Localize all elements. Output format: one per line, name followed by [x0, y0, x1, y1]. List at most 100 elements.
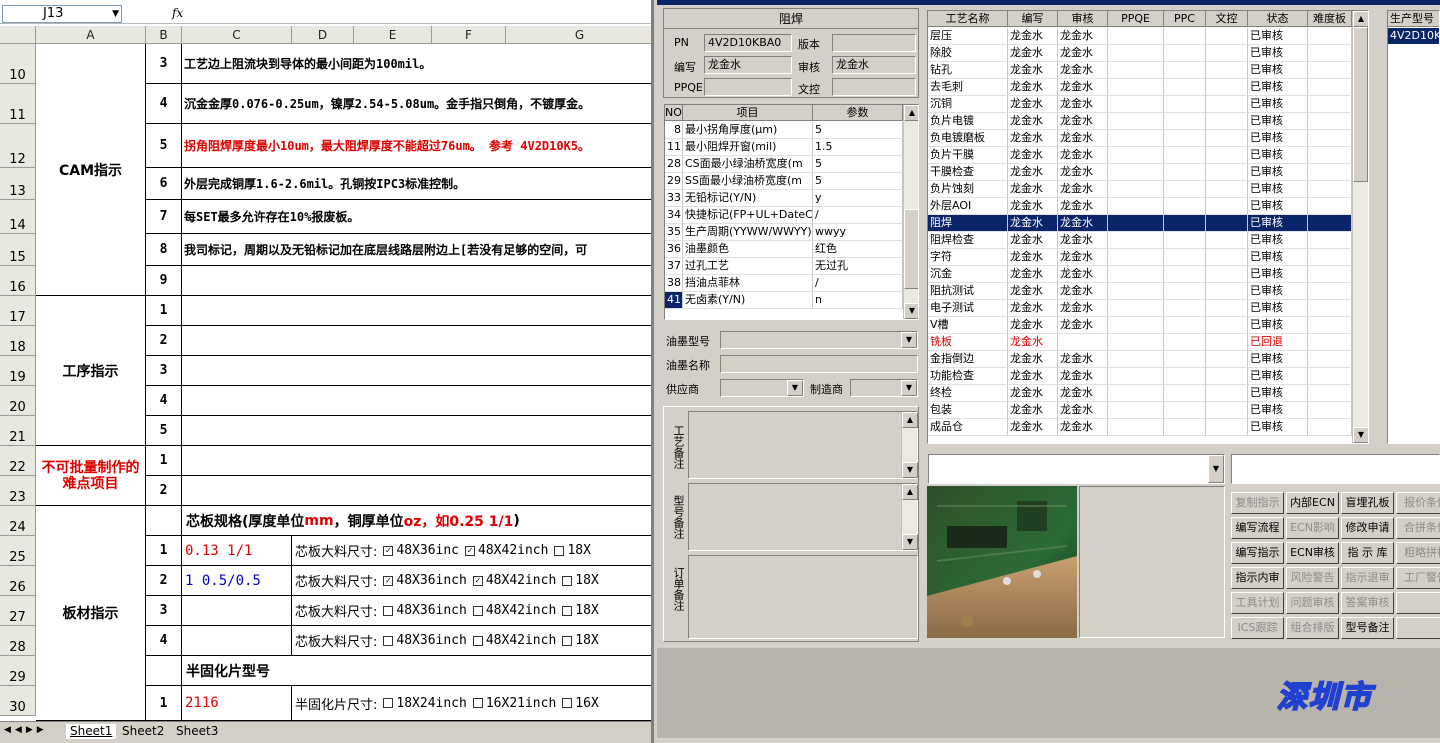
difficult-item-number[interactable]: 1 [146, 446, 182, 476]
action-button[interactable]: 答案审核 [1341, 592, 1394, 614]
checkbox-o2[interactable] [472, 698, 483, 708]
core-header-blank[interactable] [146, 506, 182, 536]
param-col-no[interactable]: NO [665, 105, 683, 121]
tab-sheet1[interactable]: Sheet1 [66, 724, 117, 739]
process-row[interactable]: 负片蚀刻 龙金水 龙金水 已审核 [928, 181, 1352, 198]
fx-icon[interactable]: fx [172, 6, 183, 20]
core-row-number[interactable]: 1 [146, 536, 182, 566]
process-item-number[interactable]: 3 [146, 356, 182, 386]
chevron-down-icon[interactable]: ▼ [1208, 455, 1224, 483]
column-header-g[interactable]: G [506, 26, 651, 44]
process-col-header[interactable]: 文控 [1206, 11, 1248, 27]
process-note-scrollbar[interactable]: ▲ ▼ [901, 412, 918, 478]
tab-sheet2[interactable]: Sheet2 [118, 724, 168, 739]
model-note-scrollbar[interactable]: ▲ ▼ [901, 484, 918, 550]
param-row[interactable]: 41 无卤素(Y/N) n [665, 292, 903, 309]
checkbox-o3[interactable] [554, 545, 565, 556]
row-header-11[interactable]: 11 [0, 84, 36, 124]
action-button[interactable]: 报价条件 [1396, 492, 1440, 514]
row-header-10[interactable]: 10 [0, 44, 36, 84]
process-row[interactable]: 沉铜 龙金水 龙金水 已审核 [928, 96, 1352, 113]
checkbox-o2[interactable]: ✓ [472, 575, 483, 586]
row-header-16[interactable]: 16 [0, 266, 36, 296]
row-header-17[interactable]: 17 [0, 296, 36, 326]
core-spec-header[interactable]: 芯板规格(厚度单位 mm ，铜厚单位 oz，如0.25 1/1) [182, 506, 651, 536]
row-header-29[interactable]: 29 [0, 656, 36, 686]
process-row[interactable]: 除胶 龙金水 龙金水 已审核 [928, 45, 1352, 62]
process-col-header[interactable]: 状态 [1248, 11, 1308, 27]
pn-field[interactable]: 4V2D10KBA0 [704, 34, 792, 52]
checkbox-o3[interactable] [562, 575, 573, 586]
doc-control-field[interactable] [832, 78, 916, 96]
checkbox-o2[interactable] [472, 635, 483, 646]
process-row[interactable]: 终检 龙金水 龙金水 已审核 [928, 385, 1352, 402]
cam-item-number[interactable]: 5 [146, 124, 182, 168]
checkbox-o3[interactable] [562, 635, 573, 646]
ppqe-field[interactable] [704, 78, 792, 96]
group-process[interactable]: 工序指示 [36, 296, 146, 446]
prepreg-spec-value[interactable]: 2116 [182, 686, 292, 721]
process-item-text[interactable] [182, 416, 651, 446]
action-button[interactable]: 工厂警告 [1396, 567, 1440, 589]
row-header-24[interactable]: 24 [0, 506, 36, 536]
column-header-f[interactable]: F [432, 26, 506, 44]
group-material[interactable]: 板材指示 [36, 506, 146, 721]
row-header-28[interactable]: 28 [0, 626, 36, 656]
process-row[interactable]: 金指倒边 龙金水 龙金水 已审核 [928, 351, 1352, 368]
scroll-thumb[interactable] [1353, 27, 1368, 182]
ink-type-select[interactable]: ▼ [720, 331, 918, 349]
process-row[interactable]: V槽 龙金水 龙金水 已审核 [928, 317, 1352, 334]
core-size-options[interactable]: 芯板大料尺寸: ✓ 48X36inch ✓ 48X42inch 18X [292, 566, 651, 596]
process-table[interactable]: 工艺名称 编写 审核 PPQE PPC 文控 状态 难度板 层压 龙金水 龙金水 已审核 除胶 龙金水龙… [927, 10, 1369, 444]
process-item-number[interactable]: 1 [146, 296, 182, 326]
param-scrollbar[interactable]: ▲ ▼ [903, 105, 918, 319]
action-button[interactable]: 修改申请 [1341, 517, 1394, 539]
checkbox-o1[interactable] [383, 605, 394, 616]
process-row[interactable]: 字符 龙金水 龙金水 已审核 [928, 249, 1352, 266]
core-spec-value[interactable] [182, 626, 292, 656]
scroll-down-icon[interactable]: ▼ [904, 303, 918, 319]
difficult-item-text[interactable] [182, 446, 651, 476]
supplier-select[interactable]: ▼ [720, 379, 804, 397]
scroll-up-icon[interactable]: ▲ [902, 412, 918, 428]
core-size-options[interactable]: 芯板大料尺寸: 48X36inch 48X42inch 18X [292, 596, 651, 626]
core-row-number[interactable]: 2 [146, 566, 182, 596]
editor-field[interactable]: 龙金水 [704, 56, 792, 74]
process-row[interactable]: 外层AOI 龙金水 龙金水 已审核 [928, 198, 1352, 215]
row-header-20[interactable]: 20 [0, 386, 36, 416]
prod-col-header[interactable]: 生产型号 [1388, 11, 1439, 27]
process-row[interactable]: 钻孔 龙金水 龙金水 已审核 [928, 62, 1352, 79]
param-row[interactable]: 28 CS面最小绿油桥宽度(m 5 [665, 156, 903, 173]
cam-item-text[interactable]: 工艺边上阻流块到导体的最小间距为100mil。 [182, 44, 651, 84]
row-header-25[interactable]: 25 [0, 536, 36, 566]
process-scrollbar[interactable]: ▲ ▼ [1352, 11, 1368, 443]
column-header-a[interactable]: A [36, 26, 146, 44]
group-difficult[interactable]: 不可批量制作的难点项目 [36, 446, 146, 506]
column-header-e[interactable]: E [354, 26, 432, 44]
name-box[interactable]: J13 ▼ [2, 5, 122, 23]
corner-cell[interactable] [0, 26, 36, 44]
action-button[interactable]: 编写流程 [1231, 517, 1284, 539]
row-header-13[interactable]: 13 [0, 168, 36, 200]
checkbox-o3[interactable] [562, 605, 573, 616]
core-spec-value[interactable]: 0.13 1/1 [182, 536, 292, 566]
process-row[interactable]: 沉金 龙金水 龙金水 已审核 [928, 266, 1352, 283]
action-button[interactable] [1396, 617, 1440, 639]
row-header-30[interactable]: 30 [0, 686, 36, 716]
process-item-number[interactable]: 2 [146, 326, 182, 356]
action-button[interactable]: 指示内审 [1231, 567, 1284, 589]
process-row[interactable]: 层压 龙金水 龙金水 已审核 [928, 28, 1352, 45]
row-header-21[interactable]: 21 [0, 416, 36, 446]
param-row[interactable]: 34 快捷标记(FP+UL+DateCo / [665, 207, 903, 224]
checkbox-o1[interactable] [383, 635, 394, 646]
param-row[interactable]: 36 油墨颜色 红色 [665, 241, 903, 258]
checkbox-o1[interactable]: ✓ [383, 575, 394, 586]
param-row[interactable]: 11 最小阻焊开窗(mil) 1.5 [665, 139, 903, 156]
scroll-up-icon[interactable]: ▲ [902, 484, 918, 500]
chevron-down-icon[interactable]: ▼ [787, 380, 803, 396]
group-cam[interactable]: CAM指示 [36, 44, 146, 296]
cam-item-number[interactable]: 9 [146, 266, 182, 296]
tab-sheet3[interactable]: Sheet3 [172, 724, 222, 739]
param-col-value[interactable]: 参数 [813, 105, 903, 121]
action-button[interactable]: 指 示 库 [1341, 542, 1394, 564]
